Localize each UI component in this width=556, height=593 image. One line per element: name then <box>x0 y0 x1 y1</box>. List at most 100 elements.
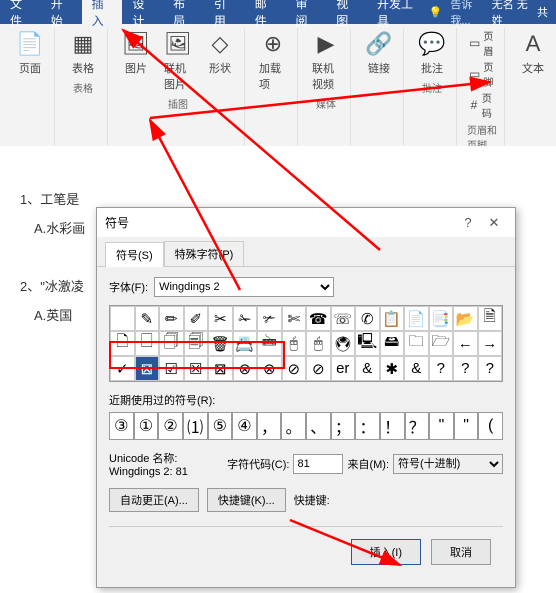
symbol-cell[interactable]: ✱ <box>380 356 405 381</box>
symbol-cell[interactable]: 📇 <box>233 331 258 356</box>
recent-symbol-cell[interactable]: ② <box>158 412 183 440</box>
symbol-cell[interactable]: 🖮 <box>257 331 282 356</box>
tab-home[interactable]: 开始 <box>41 0 82 24</box>
symbol-cell[interactable]: ☏ <box>331 306 356 331</box>
symbol-cell[interactable]: ☎ <box>306 306 331 331</box>
symbol-cell[interactable]: 🖲 <box>331 331 356 356</box>
symbol-cell[interactable]: ✁ <box>233 306 258 331</box>
recent-symbol-cell[interactable]: " <box>429 412 454 440</box>
shortcut-button[interactable]: 快捷键(K)... <box>207 488 286 512</box>
table-button[interactable]: ▦表格 <box>65 28 101 78</box>
symbol-cell[interactable]: ⊠ <box>208 356 233 381</box>
share-button[interactable]: 共 <box>537 4 548 20</box>
recent-symbol-cell[interactable]: ⑴ <box>183 412 208 440</box>
from-select[interactable]: 符号(十进制) <box>393 454 503 474</box>
symbol-cell[interactable]: 📂 <box>453 306 478 331</box>
insert-button[interactable]: 插入(I) <box>351 539 421 565</box>
recent-symbol-cell[interactable]: ⑤ <box>208 412 233 440</box>
tab-mailings[interactable]: 邮件 <box>245 0 286 24</box>
symbol-cell[interactable]: ⊘ <box>282 356 307 381</box>
links-button[interactable]: 🔗链接 <box>361 28 397 78</box>
symbol-cell[interactable]: ⊠ <box>135 356 160 381</box>
symbol-cell[interactable]: 🗌 <box>135 331 160 356</box>
symbol-cell[interactable]: 🗎 <box>478 306 503 331</box>
online-picture-button[interactable]: 🖼联机图片 <box>160 28 196 94</box>
textbox-button[interactable]: A文本 <box>515 28 551 78</box>
symbol-cell[interactable]: er <box>331 356 356 381</box>
tab-developer[interactable]: 开发工具 <box>367 0 429 24</box>
pages-button[interactable]: 📄页面 <box>12 28 48 78</box>
header-button[interactable]: ▭页眉 <box>467 28 498 58</box>
symbol-cell[interactable]: 🖱 <box>306 331 331 356</box>
symbol-cell[interactable]: ☒ <box>184 356 209 381</box>
recent-symbol-cell[interactable]: 。 <box>281 412 306 440</box>
shapes-button[interactable]: ◇形状 <box>202 28 238 78</box>
symbol-cell[interactable]: 🗍 <box>159 331 184 356</box>
help-button[interactable]: ? <box>455 215 481 230</box>
user-name[interactable]: 无名 无姓 <box>492 0 529 28</box>
symbol-cell[interactable]: ✆ <box>355 306 380 331</box>
symbol-cell[interactable]: ✎ <box>135 306 160 331</box>
symbol-cell[interactable]: & <box>404 356 429 381</box>
symbol-cell[interactable]: 📋 <box>380 306 405 331</box>
footer-button[interactable]: ▭页脚 <box>467 59 498 89</box>
symbol-cell[interactable]: ✐ <box>184 306 209 331</box>
symbol-cell[interactable]: 🖳 <box>355 331 380 356</box>
recent-symbol-cell[interactable]: ③ <box>109 412 134 440</box>
symbol-cell[interactable]: ? <box>453 356 478 381</box>
online-video-button[interactable]: ▶联机视频 <box>308 28 344 94</box>
recent-symbol-cell[interactable]: ！ <box>380 412 405 440</box>
addins-button[interactable]: ⊕加载项 <box>255 28 291 94</box>
tab-review[interactable]: 审阅 <box>285 0 326 24</box>
recent-symbol-cell[interactable]: ( <box>478 412 503 440</box>
font-select[interactable]: Wingdings 2 <box>154 277 334 297</box>
tell-me[interactable]: 告诉我... <box>450 0 483 28</box>
recent-symbol-cell[interactable]: ① <box>134 412 159 440</box>
symbol-cell[interactable]: 🗑 <box>208 331 233 356</box>
tab-design[interactable]: 设计 <box>122 0 163 24</box>
recent-symbol-cell[interactable]: ； <box>331 412 356 440</box>
symbol-cell[interactable]: 📑 <box>429 306 454 331</box>
autocorrect-button[interactable]: 自动更正(A)... <box>109 488 199 512</box>
symbol-cell[interactable]: ✂ <box>208 306 233 331</box>
symbol-cell[interactable]: ⊗ <box>233 356 258 381</box>
symbol-cell[interactable]: 📄 <box>404 306 429 331</box>
recent-symbol-cell[interactable]: " <box>454 412 479 440</box>
symbol-cell[interactable]: ? <box>478 356 503 381</box>
tab-file[interactable]: 文件 <box>0 0 41 24</box>
recent-symbol-cell[interactable]: ， <box>257 412 282 440</box>
symbol-cell[interactable]: 🖰 <box>282 331 307 356</box>
symbol-cell[interactable]: 🗁 <box>429 331 454 356</box>
tab-insert[interactable]: 插入 <box>82 0 123 24</box>
tab-layout[interactable]: 布局 <box>163 0 204 24</box>
comment-button[interactable]: 💬批注 <box>414 28 450 78</box>
symbol-cell[interactable]: 🖴 <box>380 331 405 356</box>
symbol-cell[interactable]: ⊘ <box>306 356 331 381</box>
symbol-cell[interactable] <box>110 306 135 331</box>
picture-button[interactable]: 🖼图片 <box>118 28 154 78</box>
symbol-cell[interactable]: ☑ <box>159 356 184 381</box>
symbol-cell[interactable]: ✃ <box>257 306 282 331</box>
symbol-cell[interactable]: ? <box>429 356 454 381</box>
recent-symbol-cell[interactable]: ？ <box>405 412 430 440</box>
tab-special-chars[interactable]: 特殊字符(P) <box>164 241 245 266</box>
tab-references[interactable]: 引用 <box>204 0 245 24</box>
symbol-cell[interactable]: ✏ <box>159 306 184 331</box>
symbol-cell[interactable]: ✄ <box>282 306 307 331</box>
symbol-cell[interactable]: 🗀 <box>404 331 429 356</box>
symbol-cell[interactable]: ⊗ <box>257 356 282 381</box>
symbol-cell[interactable]: & <box>355 356 380 381</box>
symbol-cell[interactable]: → <box>478 331 503 356</box>
recent-symbol-cell[interactable]: 、 <box>306 412 331 440</box>
tab-symbols[interactable]: 符号(S) <box>105 242 164 267</box>
close-button[interactable]: ✕ <box>481 215 507 231</box>
page-number-button[interactable]: #页码 <box>467 90 498 120</box>
recent-symbol-cell[interactable]: ： <box>355 412 380 440</box>
cancel-button[interactable]: 取消 <box>431 539 491 565</box>
code-input[interactable] <box>293 454 343 474</box>
recent-symbol-cell[interactable]: ④ <box>232 412 257 440</box>
symbol-cell[interactable]: 🗋 <box>110 331 135 356</box>
tab-view[interactable]: 视图 <box>326 0 367 24</box>
symbol-cell[interactable]: ← <box>453 331 478 356</box>
symbol-cell[interactable]: 🗐 <box>184 331 209 356</box>
